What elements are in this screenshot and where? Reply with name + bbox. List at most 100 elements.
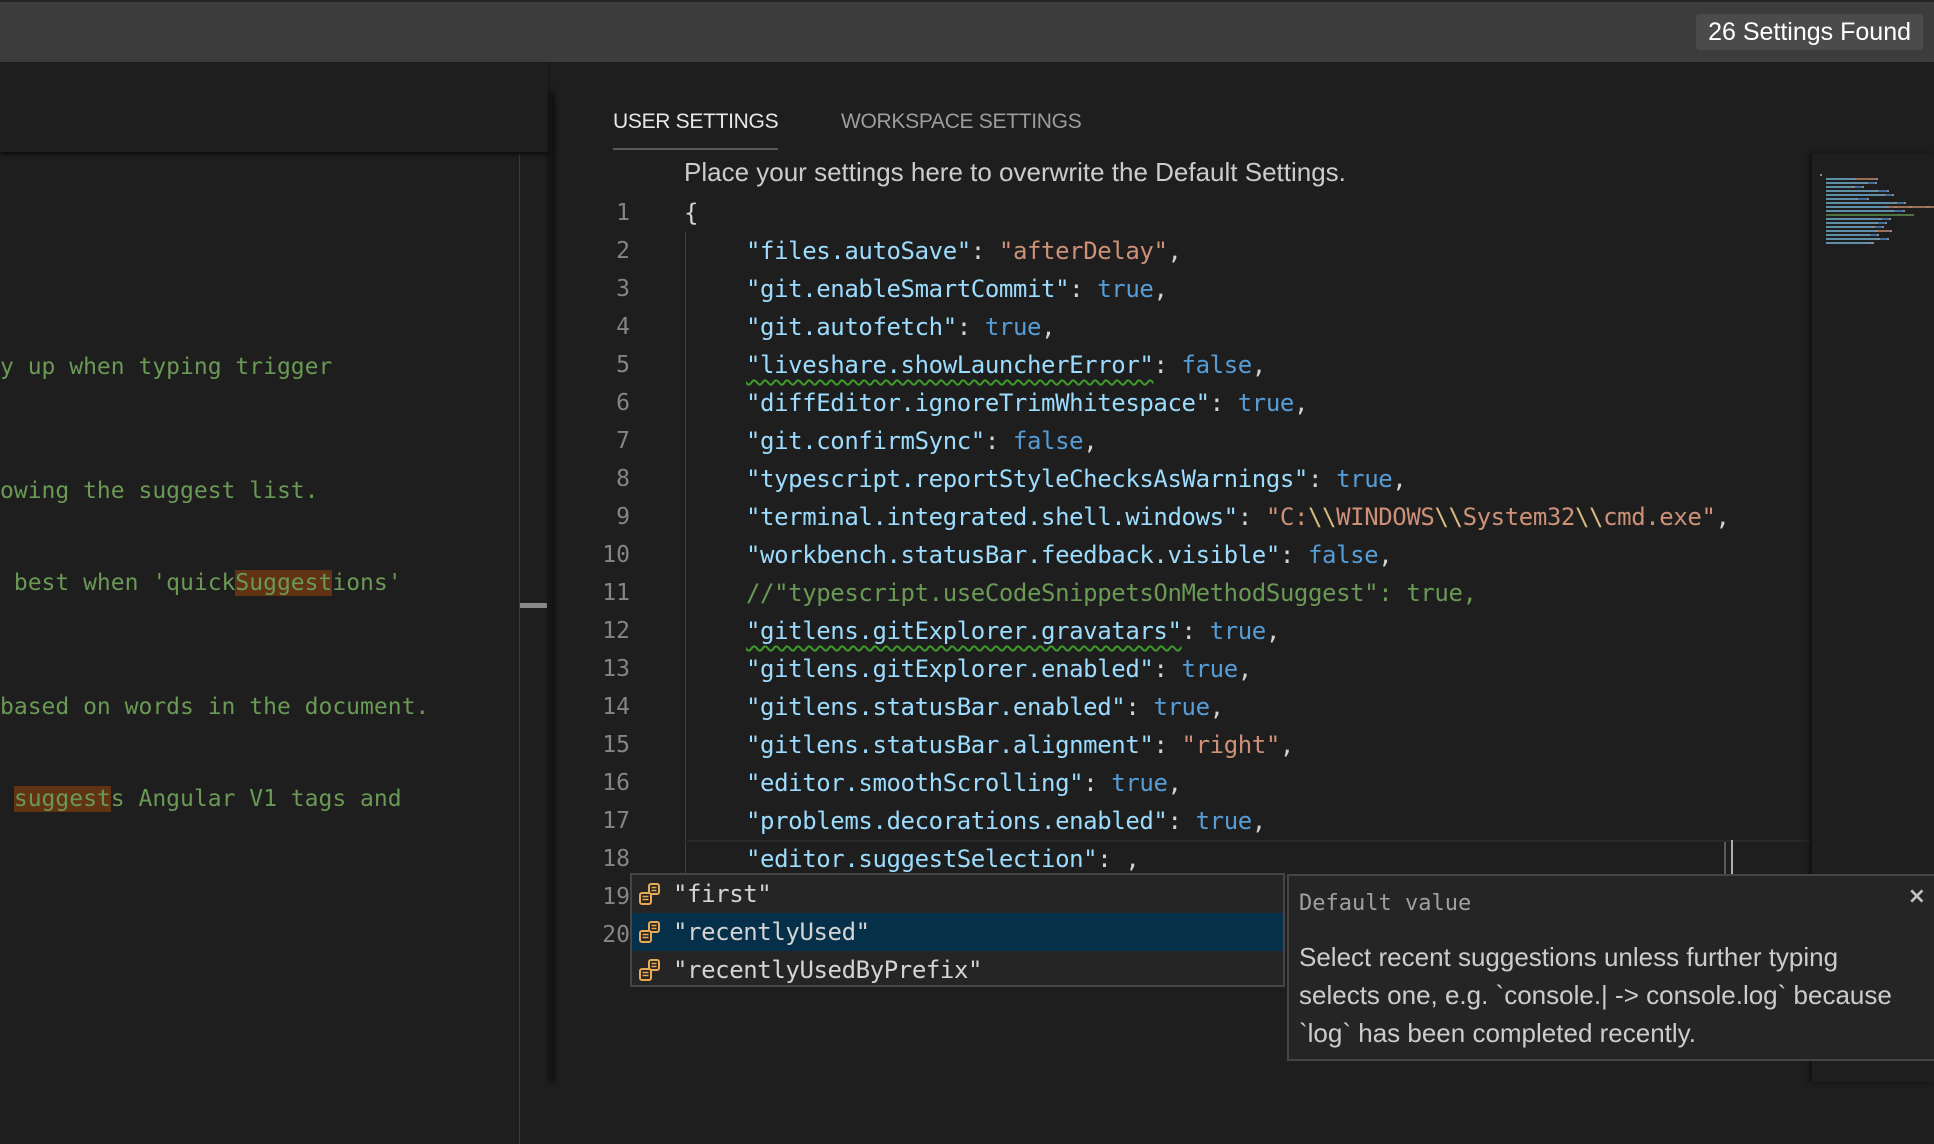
code-line[interactable]: 1{ [552, 194, 1812, 232]
line-number: 8 [616, 466, 630, 492]
code-line[interactable]: 8 "typescript.reportStyleChecksAsWarnings… [552, 460, 1812, 498]
json-key: "typescript.reportStyleChecksAsWarnings" [746, 465, 1308, 493]
code-line[interactable]: 9 "terminal.integrated.shell.windows": "C… [552, 498, 1812, 536]
line-number: 7 [616, 428, 630, 454]
suggest-item[interactable]: "first" [632, 875, 1283, 913]
json-boolean-value: true [1336, 465, 1393, 493]
line-number: 4 [616, 314, 630, 340]
escape-sequence: \\ [1434, 503, 1463, 531]
punctuation: : [1167, 807, 1196, 835]
minimap-token [1826, 218, 1879, 220]
enum-member-icon [638, 921, 664, 945]
default-settings-scrollbar-track[interactable] [519, 154, 520, 1144]
enum-member-icon [638, 883, 664, 907]
json-key: "editor.suggestSelection" [746, 845, 1098, 873]
minimap-token [1877, 234, 1879, 236]
minimap-token [1826, 210, 1891, 212]
minimap-token [1885, 194, 1892, 196]
punctuation: , [1125, 845, 1140, 873]
punctuation: , [1378, 541, 1393, 569]
search-match-highlight: Suggest [235, 570, 333, 596]
default-settings-scrollbar-thumb[interactable] [520, 603, 547, 608]
tab-user-settings[interactable]: USER SETTINGS [613, 102, 779, 150]
json-boolean-value: true [1181, 655, 1239, 683]
json-key: "editor.smoothScrolling" [746, 769, 1084, 797]
suggest-widget: "first" "recentlyUsed" "recentlyUsedByPref… [630, 873, 1285, 987]
code-line[interactable]: 5 "liveshare.showLauncherError": false, [552, 346, 1812, 384]
code-line[interactable]: 14 "gitlens.statusBar.enabled": true, [552, 688, 1812, 726]
minimap-token [1826, 190, 1875, 192]
code-text: "editor.smoothScrolling": true, [684, 764, 1182, 802]
minimap-token [1897, 202, 1904, 204]
json-string-value: WINDOWS [1336, 503, 1435, 531]
code-line[interactable]: 6 "diffEditor.ignoreTrimWhitespace": true… [552, 384, 1812, 422]
minimap-token [1887, 190, 1889, 192]
code-line[interactable]: 11 //"typescript.useCodeSnippetsOnMethodS… [552, 574, 1812, 612]
code-text: "workbench.statusBar.feedback.visible": … [684, 536, 1393, 574]
suggest-item[interactable]: "recentlyUsed" [632, 913, 1283, 951]
code-text: "git.enableSmartCommit": true, [684, 270, 1168, 308]
minimap-token [1868, 182, 1875, 184]
minimap-token [1826, 186, 1852, 188]
default-settings-header [0, 62, 548, 152]
minimap-token [1856, 178, 1876, 180]
punctuation: : [970, 237, 999, 265]
punctuation: , [1279, 731, 1294, 759]
suggest-details: Default value × Select recent suggestion… [1287, 874, 1934, 1061]
json-key: "gitlens.gitExplorer.enabled" [746, 655, 1154, 683]
minimap-token [1885, 222, 1887, 224]
punctuation: : [1153, 351, 1182, 379]
json-key: "diffEditor.ignoreTrimWhitespace" [746, 389, 1210, 417]
details-documentation: Select recent suggestions unless further… [1299, 942, 1892, 1048]
json-key-warning: "liveshare.showLauncherError" [746, 351, 1154, 379]
code-line[interactable]: 4 "git.autofetch": true, [552, 308, 1812, 346]
minimap-token [1826, 194, 1882, 196]
settings-search-input[interactable] [0, 2, 1654, 64]
minimap-token [1894, 210, 1903, 212]
line-number: 13 [602, 656, 630, 682]
code-line[interactable]: 2 "files.autoSave": "afterDelay", [552, 232, 1812, 270]
suggest-item-label: "first" [673, 880, 772, 908]
suggest-item[interactable]: "recentlyUsedByPrefix" [632, 951, 1283, 989]
close-icon[interactable]: × [1908, 882, 1926, 912]
default-setting-description-line: y up when typing trigger [0, 352, 332, 382]
minimap-token [1912, 206, 1926, 208]
minimap-token [1882, 218, 1889, 220]
minimap-token [1826, 242, 1869, 244]
json-key: "terminal.integrated.shell.windows" [746, 503, 1238, 531]
code-text: "terminal.integrated.shell.windows": "C:… [684, 498, 1730, 536]
line-number: 15 [602, 732, 630, 758]
minimap-token [1876, 178, 1878, 180]
description-text: ions' [332, 570, 402, 596]
minimap-token [1878, 222, 1885, 224]
punctuation: : [1153, 731, 1182, 759]
code-line[interactable]: 7 "git.confirmSync": false, [552, 422, 1812, 460]
minimap-token [1890, 230, 1892, 232]
minimap-token [1826, 214, 1914, 216]
code-line[interactable]: 17 "problems.decorations.enabled": true, [552, 802, 1812, 840]
minimap-token [1878, 230, 1890, 232]
json-key: "git.confirmSync" [746, 427, 985, 455]
code-line[interactable]: 12 "gitlens.gitExplorer.gravatars": true, [552, 612, 1812, 650]
minimap-token [1872, 242, 1874, 244]
line-number: 14 [602, 694, 630, 720]
default-setting-description-line: owing the suggest list. [0, 476, 319, 506]
json-string-value: "afterDelay" [998, 237, 1168, 265]
json-key: "git.enableSmartCommit" [746, 275, 1070, 303]
code-line[interactable]: 3 "git.enableSmartCommit": true, [552, 270, 1812, 308]
escape-sequence: \\ [1308, 503, 1337, 531]
json-comment: //"typescript.useCodeSnippetsOnMethodSug… [746, 579, 1477, 607]
punctuation: , [1715, 503, 1730, 531]
punctuation: , [1153, 275, 1168, 303]
code-line[interactable]: 13 "gitlens.gitExplorer.enabled": true, [552, 650, 1812, 688]
code-line[interactable]: 10 "workbench.statusBar.feedback.visible"… [552, 536, 1812, 574]
code-line[interactable]: 15 "gitlens.statusBar.alignment": "right"… [552, 726, 1812, 764]
tab-workspace-settings[interactable]: WORKSPACE SETTINGS [841, 102, 1082, 142]
punctuation: , [1251, 807, 1266, 835]
minimap-token [1858, 198, 1867, 200]
description-text: s Angular V1 tags and [110, 786, 402, 812]
code-line[interactable]: 16 "editor.smoothScrolling": true, [552, 764, 1812, 802]
json-boolean-value: true [1111, 769, 1168, 797]
settings-search-bar[interactable]: 26 Settings Found [0, 2, 1934, 64]
json-string-value: cmd.exe" [1603, 503, 1716, 531]
